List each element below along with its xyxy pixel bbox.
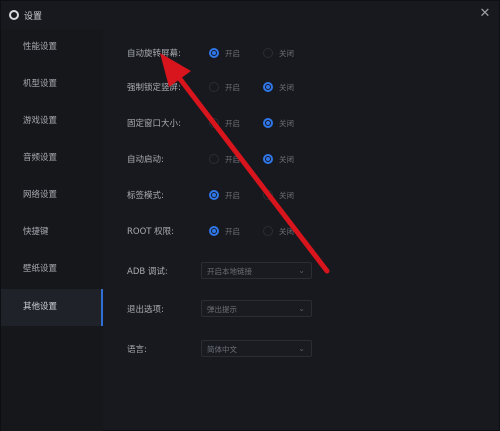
arrow-shaft xyxy=(174,72,330,274)
annotation-arrow xyxy=(160,53,330,274)
arrow-head xyxy=(160,53,191,87)
settings-window: 设置 ✕ 性能设置 机型设置 游戏设置 音频设置 网络设置 快捷键 壁纸设置 其… xyxy=(0,0,500,431)
